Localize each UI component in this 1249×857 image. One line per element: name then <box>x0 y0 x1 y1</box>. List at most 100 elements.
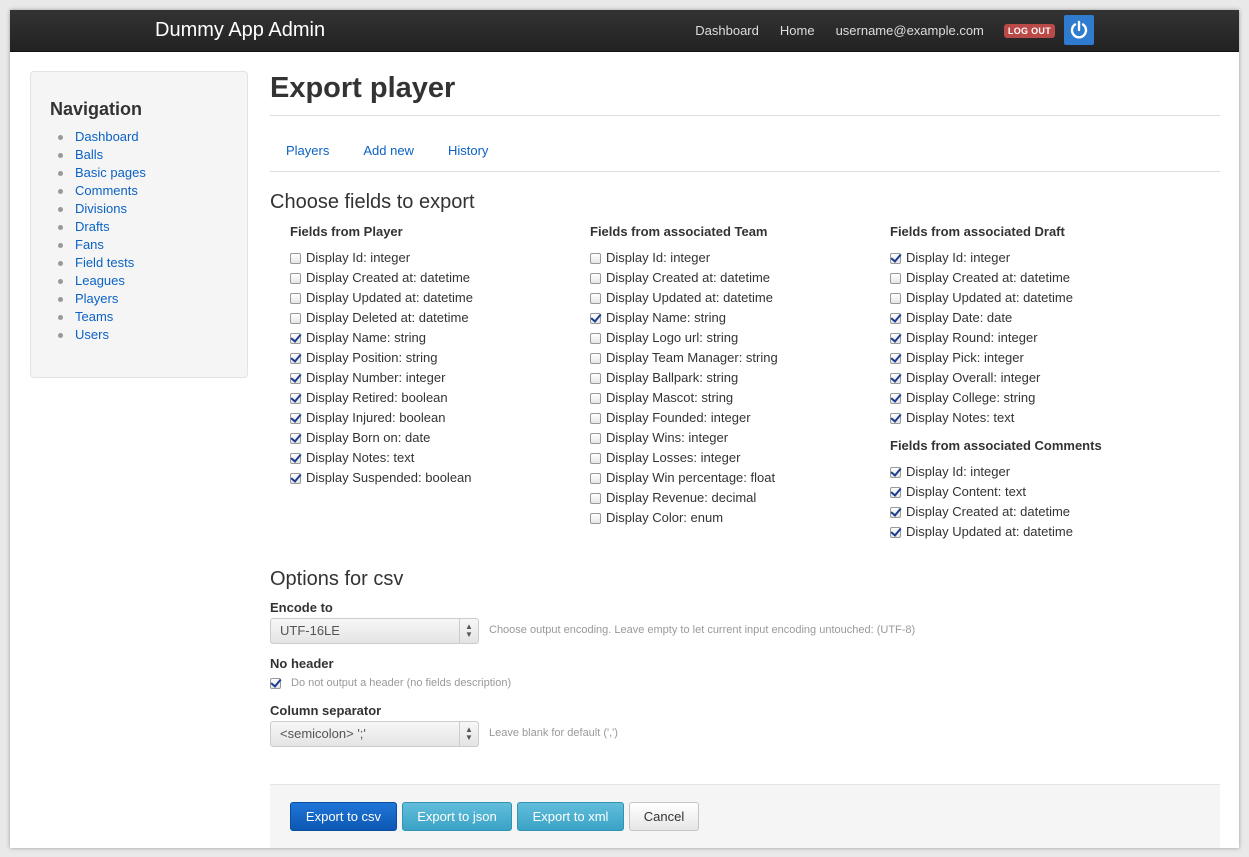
field-checkbox[interactable] <box>590 372 601 384</box>
field-checkbox[interactable] <box>290 272 301 284</box>
field-option[interactable]: Display Deleted at: datetime <box>290 308 473 328</box>
field-option[interactable]: Display Notes: text <box>290 448 473 468</box>
field-checkbox[interactable] <box>890 506 901 518</box>
sidebar-item-link[interactable]: Users <box>75 327 109 342</box>
sidebar-item-basic-pages[interactable]: Basic pages <box>58 164 146 182</box>
sidebar-item-comments[interactable]: Comments <box>58 182 146 200</box>
field-option[interactable]: Display Losses: integer <box>590 448 778 468</box>
sidebar-item-dashboard[interactable]: Dashboard <box>58 128 146 146</box>
field-checkbox[interactable] <box>590 432 601 444</box>
field-option[interactable]: Display Name: string <box>290 328 473 348</box>
field-option[interactable]: Display Logo url: string <box>590 328 778 348</box>
sidebar-item-link[interactable]: Teams <box>75 309 113 324</box>
field-option[interactable]: Display Pick: integer <box>890 348 1102 368</box>
field-checkbox[interactable] <box>290 252 301 264</box>
field-option[interactable]: Display Id: integer <box>590 248 778 268</box>
field-option[interactable]: Display Updated at: datetime <box>890 522 1102 542</box>
field-checkbox[interactable] <box>590 512 601 524</box>
nav-home-link[interactable]: Home <box>780 23 815 38</box>
field-option[interactable]: Display Injured: boolean <box>290 408 473 428</box>
no-header-checkbox[interactable] <box>270 677 281 689</box>
sidebar-item-fans[interactable]: Fans <box>58 236 146 254</box>
field-option[interactable]: Display Updated at: datetime <box>290 288 473 308</box>
field-option[interactable]: Display Team Manager: string <box>590 348 778 368</box>
field-checkbox[interactable] <box>890 252 901 264</box>
field-checkbox[interactable] <box>590 472 601 484</box>
export-csv-button[interactable]: Export to csv <box>290 802 397 831</box>
sidebar-item-link[interactable]: Balls <box>75 147 103 162</box>
field-option[interactable]: Display Ballpark: string <box>590 368 778 388</box>
sidebar-item-players[interactable]: Players <box>58 290 146 308</box>
field-checkbox[interactable] <box>290 412 301 424</box>
field-option[interactable]: Display Wins: integer <box>590 428 778 448</box>
field-option[interactable]: Display Id: integer <box>290 248 473 268</box>
field-checkbox[interactable] <box>890 486 901 498</box>
field-checkbox[interactable] <box>890 392 901 404</box>
field-checkbox[interactable] <box>890 292 901 304</box>
field-option[interactable]: Display Number: integer <box>290 368 473 388</box>
tab-add-new[interactable]: Add new <box>363 143 414 158</box>
sidebar-item-link[interactable]: Basic pages <box>75 165 146 180</box>
sidebar-item-link[interactable]: Fans <box>75 237 104 252</box>
field-option[interactable]: Display Revenue: decimal <box>590 488 778 508</box>
field-option[interactable]: Display Created at: datetime <box>590 268 778 288</box>
field-option[interactable]: Display Color: enum <box>590 508 778 528</box>
nav-dashboard-link[interactable]: Dashboard <box>695 23 759 38</box>
encode-select[interactable]: UTF-16LE ▲ ▼ <box>270 618 479 644</box>
field-checkbox[interactable] <box>590 332 601 344</box>
tab-history[interactable]: History <box>448 143 488 158</box>
sidebar-item-divisions[interactable]: Divisions <box>58 200 146 218</box>
field-checkbox[interactable] <box>890 412 901 424</box>
sidebar-item-drafts[interactable]: Drafts <box>58 218 146 236</box>
field-option[interactable]: Display Overall: integer <box>890 368 1102 388</box>
field-option[interactable]: Display Notes: text <box>890 408 1102 428</box>
field-option[interactable]: Display Date: date <box>890 308 1102 328</box>
field-option[interactable]: Display College: string <box>890 388 1102 408</box>
field-option[interactable]: Display Born on: date <box>290 428 473 448</box>
sidebar-item-field-tests[interactable]: Field tests <box>58 254 146 272</box>
field-checkbox[interactable] <box>590 352 601 364</box>
sidebar-item-link[interactable]: Leagues <box>75 273 125 288</box>
field-checkbox[interactable] <box>590 312 601 324</box>
sidebar-item-link[interactable]: Drafts <box>75 219 110 234</box>
field-checkbox[interactable] <box>590 272 601 284</box>
sidebar-item-link[interactable]: Players <box>75 291 118 306</box>
field-option[interactable]: Display Retired: boolean <box>290 388 473 408</box>
field-option[interactable]: Display Name: string <box>590 308 778 328</box>
field-checkbox[interactable] <box>290 332 301 344</box>
field-checkbox[interactable] <box>590 452 601 464</box>
field-checkbox[interactable] <box>290 292 301 304</box>
field-option[interactable]: Display Created at: datetime <box>890 502 1102 522</box>
field-option[interactable]: Display Suspended: boolean <box>290 468 473 488</box>
brand-title[interactable]: Dummy App Admin <box>155 19 325 42</box>
field-checkbox[interactable] <box>890 372 901 384</box>
sidebar-item-users[interactable]: Users <box>58 326 146 344</box>
sidebar-item-link[interactable]: Divisions <box>75 201 127 216</box>
field-option[interactable]: Display Position: string <box>290 348 473 368</box>
field-checkbox[interactable] <box>290 352 301 364</box>
field-option[interactable]: Display Round: integer <box>890 328 1102 348</box>
field-checkbox[interactable] <box>290 432 301 444</box>
field-checkbox[interactable] <box>590 392 601 404</box>
field-option[interactable]: Display Created at: datetime <box>890 268 1102 288</box>
cancel-button[interactable]: Cancel <box>629 802 699 831</box>
logout-badge[interactable]: LOG OUT <box>1003 23 1055 38</box>
field-checkbox[interactable] <box>290 372 301 384</box>
field-checkbox[interactable] <box>590 252 601 264</box>
export-xml-button[interactable]: Export to xml <box>517 802 624 831</box>
field-checkbox[interactable] <box>890 526 901 538</box>
field-checkbox[interactable] <box>590 412 601 424</box>
field-checkbox[interactable] <box>890 332 901 344</box>
field-option[interactable]: Display Created at: datetime <box>290 268 473 288</box>
sidebar-item-link[interactable]: Comments <box>75 183 138 198</box>
field-option[interactable]: Display Mascot: string <box>590 388 778 408</box>
field-checkbox[interactable] <box>290 392 301 404</box>
export-json-button[interactable]: Export to json <box>402 802 512 831</box>
sidebar-item-link[interactable]: Dashboard <box>75 129 139 144</box>
field-option[interactable]: Display Updated at: datetime <box>890 288 1102 308</box>
field-option[interactable]: Display Content: text <box>890 482 1102 502</box>
field-option[interactable]: Display Id: integer <box>890 248 1102 268</box>
sidebar-item-link[interactable]: Field tests <box>75 255 134 270</box>
field-checkbox[interactable] <box>590 492 601 504</box>
separator-select[interactable]: <semicolon> ';' ▲ ▼ <box>270 721 479 747</box>
